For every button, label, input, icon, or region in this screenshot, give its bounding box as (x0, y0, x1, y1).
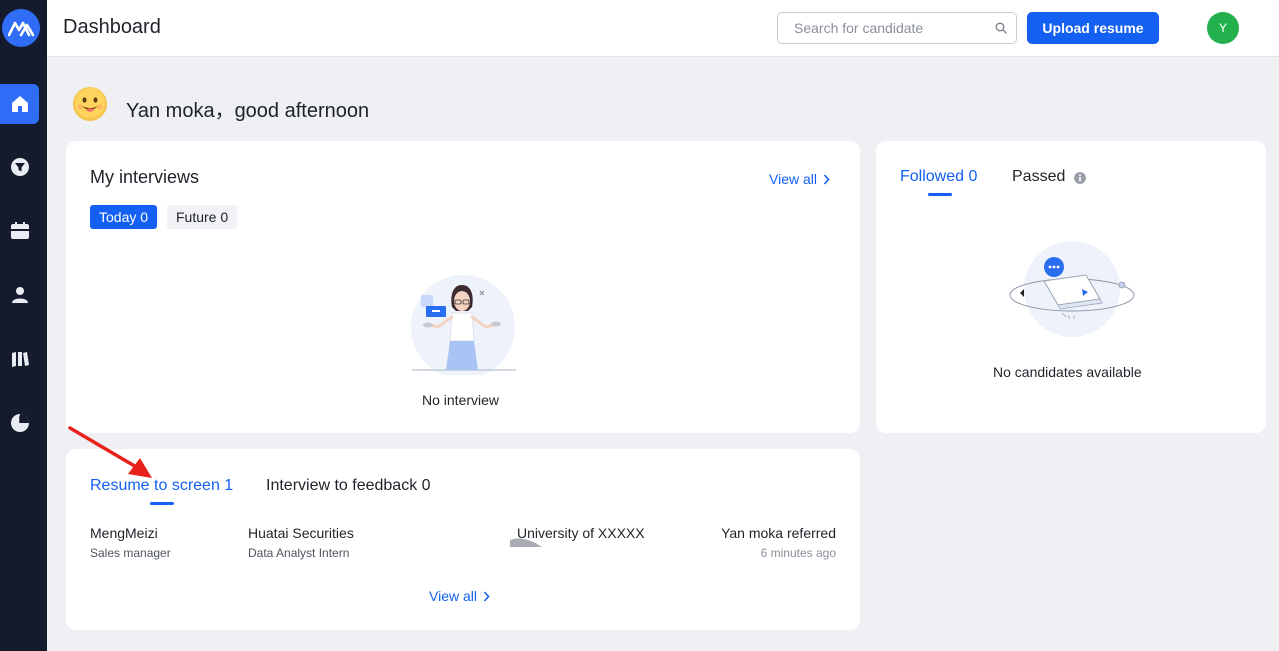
tab-interview-to-feedback[interactable]: Interview to feedback 0 (266, 477, 431, 495)
interviews-view-all-link[interactable]: View all (769, 171, 830, 187)
upload-resume-button[interactable]: Upload resume (1027, 12, 1159, 44)
sidebar-item-home[interactable] (0, 84, 39, 124)
search-icon[interactable] (995, 22, 1007, 34)
sidebar-item-library[interactable] (0, 339, 39, 379)
book-icon (11, 352, 29, 367)
tab-future[interactable]: Future 0 (167, 205, 238, 229)
sidebar-item-funnel[interactable] (0, 147, 39, 187)
sidebar-item-reports[interactable] (0, 403, 39, 443)
annotation-arrow-icon (68, 426, 152, 478)
calendar-icon (10, 222, 29, 239)
candidate-job: Data Analyst Intern (248, 546, 350, 560)
tab-active-indicator (150, 502, 174, 505)
info-icon[interactable] (1074, 172, 1086, 184)
tab-active-indicator (928, 193, 952, 196)
sidebar-item-candidates[interactable] (0, 275, 39, 315)
greeting-text: Yan moka，good afternoon (126, 100, 370, 122)
no-candidates-text: No candidates available (993, 364, 1142, 380)
search-input[interactable] (778, 13, 978, 43)
user-icon (11, 287, 28, 303)
mountain-logo-icon (8, 21, 34, 37)
tab-followed[interactable]: Followed 0 (900, 168, 977, 186)
no-interview-illustration (411, 275, 516, 375)
no-candidates-illustration (1009, 241, 1135, 337)
avatar[interactable]: Y (1207, 12, 1239, 44)
resume-view-all-link[interactable]: View all (429, 588, 490, 604)
top-header: Dashboard Upload resume Y (47, 0, 1279, 57)
chevron-right-icon (823, 173, 830, 185)
candidate-company: Huatai Securities (248, 525, 354, 541)
sidebar (0, 0, 47, 651)
candidate-name: MengMeizi (90, 525, 158, 541)
pie-chart-icon (10, 414, 29, 432)
page-title: Dashboard (63, 16, 161, 38)
tab-today[interactable]: Today 0 (90, 205, 158, 229)
funnel-icon (10, 158, 29, 176)
sidebar-item-calendar[interactable] (0, 211, 39, 251)
candidate-school: University of XXXXX (517, 525, 645, 541)
tab-passed[interactable]: Passed (1012, 168, 1065, 186)
referral-time: 6 minutes ago (760, 546, 836, 560)
chevron-right-icon (483, 590, 490, 602)
interviews-card: My interviews View all Today 0 Future 0 … (66, 141, 860, 433)
no-interview-text: No interview (422, 392, 500, 408)
logo[interactable] (2, 9, 40, 47)
smiling-face-icon (73, 87, 107, 121)
resume-screen-card: Resume to screen 1 Interview to feedback… (66, 449, 860, 630)
referral-text: Yan moka referred (721, 525, 836, 541)
interviews-title: My interviews (90, 167, 200, 187)
view-all-label: View all (769, 171, 817, 187)
followed-card: Followed 0 Passed No candidates availabl… (876, 141, 1266, 433)
home-icon (11, 96, 28, 112)
view-all-label: View all (429, 588, 477, 604)
candidate-position: Sales manager (90, 546, 171, 560)
search-box[interactable] (777, 12, 1017, 44)
